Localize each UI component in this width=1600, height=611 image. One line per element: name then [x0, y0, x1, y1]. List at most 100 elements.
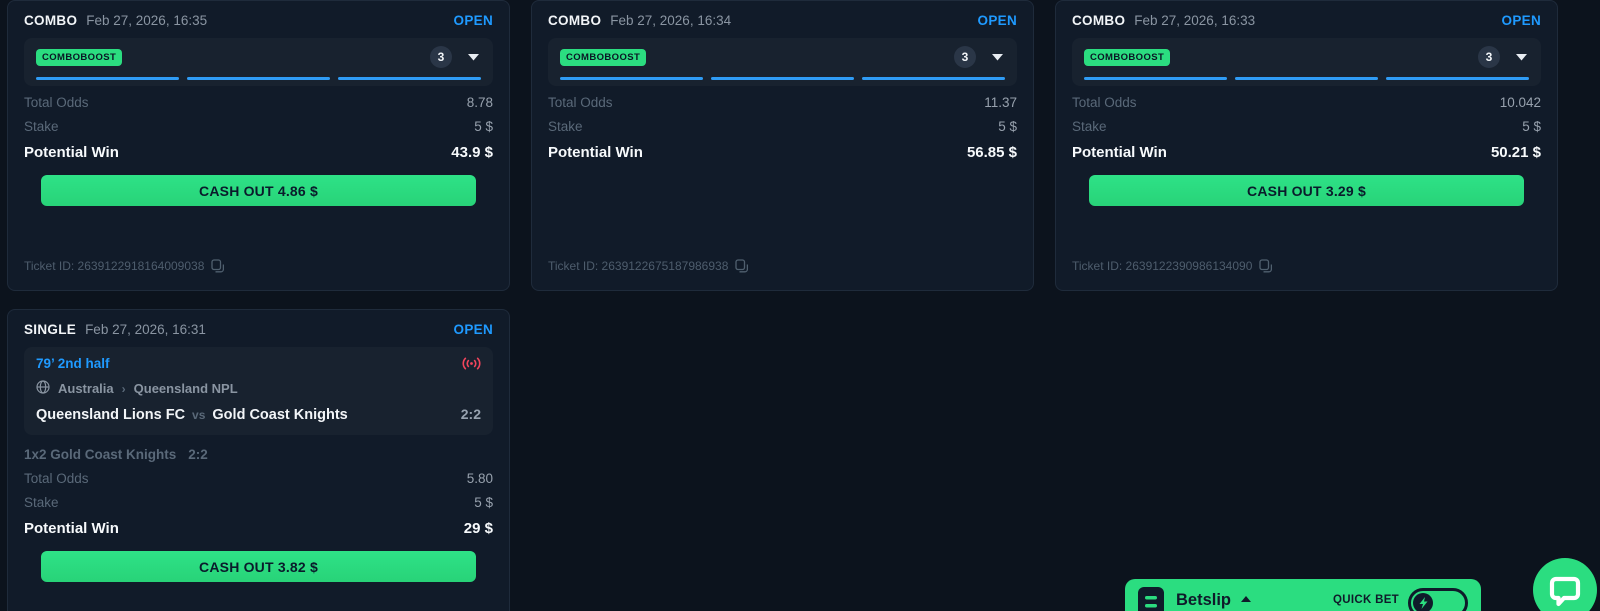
bet-pick-row: 1x2 Gold Coast Knights 2:2	[24, 447, 493, 462]
away-team-name: Gold Coast Knights	[212, 407, 347, 423]
total-odds-row: Total Odds 10.042	[1072, 95, 1541, 110]
bet-datetime: Feb 27, 2026, 16:31	[85, 322, 206, 337]
copy-icon[interactable]	[735, 259, 748, 273]
total-odds-row: Total Odds 8.78	[24, 95, 493, 110]
stake-value: 5 $	[474, 119, 493, 134]
stake-value: 5 $	[1522, 119, 1541, 134]
boost-progress-segment	[560, 77, 703, 80]
vs-label: vs	[192, 408, 205, 422]
boost-progress-segment	[187, 77, 330, 80]
total-odds-row: Total Odds 11.37	[548, 95, 1017, 110]
ticket-header: COMBO Feb 27, 2026, 16:34 OPEN	[548, 13, 1017, 28]
status-badge: OPEN	[1502, 13, 1541, 28]
league-row: Australia › Queensland NPL	[36, 380, 481, 397]
selections-summary-panel: COMBOBOOST 3	[1072, 38, 1541, 86]
total-odds-value: 10.042	[1500, 95, 1541, 110]
chevron-down-icon[interactable]	[468, 54, 479, 61]
bet-ticket-card: SINGLE Feb 27, 2026, 16:31 OPEN 79’ 2nd …	[7, 309, 510, 611]
boost-progress-segment	[1084, 77, 1227, 80]
boost-progress-segment	[862, 77, 1005, 80]
potential-win-value: 29 $	[464, 520, 493, 537]
ticket-header: COMBO Feb 27, 2026, 16:33 OPEN	[1072, 13, 1541, 28]
breadcrumb-separator: ›	[122, 382, 126, 396]
globe-icon	[36, 380, 50, 397]
potential-win-label: Potential Win	[24, 144, 119, 161]
stake-label: Stake	[548, 119, 583, 134]
stake-row: Stake 5 $	[24, 119, 493, 134]
match-score: 2:2	[461, 406, 481, 422]
status-badge: OPEN	[978, 13, 1017, 28]
ticket-id-row: Ticket ID: 2639122918164009038	[24, 259, 493, 273]
bet-ticket-card: COMBO Feb 27, 2026, 16:33 OPEN COMBOBOOS…	[1055, 0, 1558, 291]
potential-win-value: 50.21 $	[1491, 144, 1541, 161]
tickets-grid: COMBO Feb 27, 2026, 16:35 OPEN COMBOBOOS…	[0, 0, 1600, 611]
bet-pick-label: 1x2 Gold Coast Knights	[24, 447, 176, 462]
status-badge: OPEN	[454, 322, 493, 337]
total-odds-value: 8.78	[467, 95, 493, 110]
potential-win-row: Potential Win 50.21 $	[1072, 144, 1541, 161]
boost-row: COMBOBOOST 3	[1084, 46, 1529, 68]
stake-value: 5 $	[474, 495, 493, 510]
potential-win-label: Potential Win	[24, 520, 119, 537]
copy-icon[interactable]	[211, 259, 224, 273]
chevron-down-icon[interactable]	[1516, 54, 1527, 61]
total-odds-value: 5.80	[467, 471, 493, 486]
potential-win-row: Potential Win 56.85 $	[548, 144, 1017, 161]
potential-win-value: 43.9 $	[451, 144, 493, 161]
bet-datetime: Feb 27, 2026, 16:34	[610, 13, 731, 28]
ticket-header: SINGLE Feb 27, 2026, 16:31 OPEN	[24, 322, 493, 337]
total-odds-label: Total Odds	[24, 95, 89, 110]
bet-type-label: SINGLE	[24, 322, 76, 337]
comboboost-badge: COMBOBOOST	[1084, 49, 1170, 66]
bet-ticket-card: COMBO Feb 27, 2026, 16:35 OPEN COMBOBOOS…	[7, 0, 510, 291]
cashout-button[interactable]: CASH OUT 4.86 $	[41, 175, 476, 206]
comboboost-badge: COMBOBOOST	[560, 49, 646, 66]
total-odds-row: Total Odds 5.80	[24, 471, 493, 486]
total-odds-label: Total Odds	[24, 471, 89, 486]
total-odds-label: Total Odds	[548, 95, 613, 110]
stake-row: Stake 5 $	[548, 119, 1017, 134]
country-label: Australia	[58, 381, 114, 396]
boost-progress-segment	[1386, 77, 1529, 80]
boost-progress-segment	[711, 77, 854, 80]
quick-bet-toggle[interactable]	[1408, 588, 1468, 611]
potential-win-row: Potential Win 43.9 $	[24, 144, 493, 161]
stake-row: Stake 5 $	[1072, 119, 1541, 134]
total-odds-label: Total Odds	[1072, 95, 1137, 110]
potential-win-label: Potential Win	[548, 144, 643, 161]
bet-pick-score: 2:2	[188, 447, 208, 462]
cashout-button[interactable]: CASH OUT 3.29 $	[1089, 175, 1524, 206]
stake-label: Stake	[24, 495, 59, 510]
selections-summary-panel: COMBOBOOST 3	[24, 38, 493, 86]
boost-progress-bar	[560, 77, 1005, 80]
betslip-icon	[1138, 587, 1164, 611]
boost-progress-bar	[1084, 77, 1529, 80]
cashout-button[interactable]: CASH OUT 3.82 $	[41, 551, 476, 582]
boost-row: COMBOBOOST 3	[560, 46, 1005, 68]
chevron-down-icon[interactable]	[992, 54, 1003, 61]
stake-label: Stake	[1072, 119, 1107, 134]
comboboost-badge: COMBOBOOST	[36, 49, 122, 66]
stake-label: Stake	[24, 119, 59, 134]
total-odds-value: 11.37	[984, 95, 1017, 110]
selections-count-badge: 3	[1478, 46, 1500, 68]
caret-up-icon	[1241, 596, 1251, 602]
ticket-id-row: Ticket ID: 2639122390986134090	[1072, 259, 1541, 273]
boost-row: COMBOBOOST 3	[36, 46, 481, 68]
boost-progress-segment	[338, 77, 481, 80]
ticket-header: COMBO Feb 27, 2026, 16:35 OPEN	[24, 13, 493, 28]
boost-progress-bar	[36, 77, 481, 80]
match-time: 79’ 2nd half	[36, 356, 110, 371]
betslip-title: Betslip	[1176, 591, 1231, 610]
potential-win-value: 56.85 $	[967, 144, 1017, 161]
bet-datetime: Feb 27, 2026, 16:33	[1134, 13, 1255, 28]
match-info-panel: 79’ 2nd half	[24, 347, 493, 435]
status-badge: OPEN	[454, 13, 493, 28]
league-label: Queensland NPL	[134, 381, 238, 396]
selections-count-badge: 3	[430, 46, 452, 68]
ticket-id-text: Ticket ID: 2639122390986134090	[1072, 259, 1252, 273]
ticket-id-text: Ticket ID: 2639122918164009038	[24, 259, 204, 273]
betslip-bar[interactable]: Betslip QUICK BET	[1125, 579, 1481, 611]
copy-icon[interactable]	[1259, 259, 1272, 273]
ticket-id-row: Ticket ID: 2639122675187986938	[548, 259, 1017, 273]
